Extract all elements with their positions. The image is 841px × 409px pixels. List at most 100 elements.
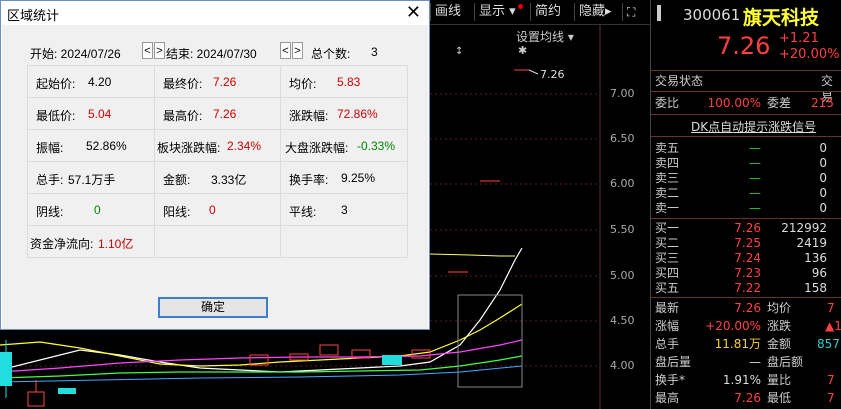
- stats-grid: 起始价: 4.20 最终价: 7.26 均价: 5.83 最低价: 5.04 最高价: 7…: [27, 65, 409, 295]
- stat-value: 1.91%: [722, 373, 761, 387]
- bid-price: 7.23: [734, 266, 761, 280]
- ask-price: —: [749, 141, 761, 155]
- stat-value: 7.26: [734, 391, 761, 405]
- stat-label: 板块涨跌幅:: [157, 141, 221, 155]
- bid-label: 买四: [655, 266, 680, 280]
- bid-label: 买二: [655, 236, 680, 250]
- stat-value: —: [749, 355, 761, 369]
- bid-volume: 212992: [781, 221, 827, 235]
- stat-value: 57.1万手: [68, 173, 116, 187]
- ask-label: 卖三: [655, 171, 680, 185]
- weibi-label: 委比: [655, 96, 680, 110]
- stat-value: 7: [827, 391, 835, 405]
- y-tick: 6.00: [610, 177, 635, 190]
- simple-mode-button[interactable]: 简约: [530, 3, 565, 21]
- stat-value: 3: [341, 203, 348, 217]
- dialog-title: 区域统计: [7, 8, 60, 23]
- stat-label: 大盘涨跌幅:: [285, 141, 349, 155]
- draw-line-button[interactable]: 画线: [430, 3, 465, 21]
- stat-label: 量比: [767, 373, 792, 387]
- stat-label: 均价:: [289, 77, 317, 91]
- stat-cell: 最低价: 5.04: [27, 97, 155, 130]
- y-tick: 4.00: [610, 359, 635, 372]
- count-label: 总个数:: [311, 47, 351, 61]
- stat-value: 5.04: [88, 107, 112, 121]
- stat-value: 7.26: [213, 75, 237, 89]
- end-next-button[interactable]: >: [292, 42, 303, 59]
- bid-label: 买五: [655, 281, 680, 295]
- dialog-body: 开始: 2024/07/26 < > 结束: 2024/07/30 < > 总个…: [2, 25, 428, 329]
- stat-label: 换手率:: [289, 173, 329, 187]
- ma-settings-dropdown[interactable]: 设置均线 ▾: [516, 28, 574, 45]
- dialog-titlebar[interactable]: 区域统计 ✕: [1, 1, 429, 25]
- y-tick: 6.50: [610, 132, 635, 145]
- fullscreen-icon[interactable]: ⛶: [622, 3, 639, 21]
- y-tick: 5.50: [610, 223, 635, 236]
- bid-price: 7.25: [734, 236, 761, 250]
- display-menu-button[interactable]: 显示 ▾: [474, 3, 520, 21]
- ask-volume: 0: [819, 156, 827, 170]
- trade-status-label: 交易状态: [655, 74, 704, 88]
- star-icon: ✱: [518, 44, 528, 57]
- ask-label: 卖二: [655, 186, 680, 200]
- end-date-label: 结束: 2024/07/30: [166, 47, 257, 61]
- stat-label: 最高: [655, 391, 680, 405]
- collapse-icon[interactable]: [657, 5, 661, 21]
- stat-cell: 大盘涨跌幅: -0.33%: [280, 129, 408, 162]
- start-prev-button[interactable]: <: [142, 42, 153, 59]
- stat-cell: 最高价: 7.26: [154, 97, 281, 130]
- start-next-button[interactable]: >: [154, 42, 165, 59]
- stat-value: 4.20: [88, 75, 112, 89]
- stat-label: 最高价:: [163, 109, 203, 123]
- stat-cell: 阳线: 0: [154, 193, 281, 226]
- stat-label: 金额: [767, 337, 792, 351]
- stat-label: 平线:: [289, 205, 317, 219]
- y-tick: 4.50: [610, 314, 635, 327]
- bid-price: 7.22: [734, 281, 761, 295]
- stat-cell: 金额: 3.33亿: [154, 161, 281, 194]
- stat-label: 盘后量: [655, 355, 692, 369]
- ask-price: —: [749, 186, 761, 200]
- bid-price: 7.24: [734, 251, 761, 265]
- quote-panel: 300061 旗天科技 7.26 +1.21 +20.00% 交易状态 交易 委…: [650, 0, 841, 409]
- stat-label: 资金净流向:: [30, 237, 94, 251]
- stat-cell: 涨跌幅: 72.86%: [280, 97, 408, 130]
- stat-label: 涨幅: [655, 319, 680, 333]
- stat-label: 起始价:: [36, 77, 76, 91]
- stat-value: 2.34%: [227, 139, 262, 153]
- notification-dot: [518, 4, 523, 9]
- ask-price: —: [749, 156, 761, 170]
- stat-cell: 振幅: 52.86%: [27, 129, 155, 162]
- signal-link[interactable]: DK点自动提示涨跌信号: [691, 118, 816, 135]
- bid-label: 买三: [655, 251, 680, 265]
- stat-value: 72.86%: [337, 107, 378, 121]
- count-value: 3: [371, 45, 378, 59]
- end-prev-button[interactable]: <: [280, 42, 291, 59]
- ask-volume: 0: [819, 186, 827, 200]
- stat-cell: 均价: 5.83: [280, 65, 408, 98]
- chart-toolbar: 画线 显示 ▾ 简约 隐藏▸ ⛶: [430, 0, 650, 25]
- stat-value: 1.10亿: [98, 237, 134, 251]
- stat-label: 振幅:: [36, 141, 64, 155]
- weicha-label: 委差: [767, 96, 792, 110]
- ask-price: —: [749, 171, 761, 185]
- price-marker: 7.26: [540, 68, 565, 81]
- close-icon[interactable]: ✕: [406, 2, 421, 22]
- stat-cell: 阴线: 0: [27, 193, 155, 226]
- bid-volume: 136: [804, 251, 827, 265]
- stat-value: 11.81万: [714, 337, 761, 351]
- bid-volume: 2419: [796, 236, 827, 250]
- stat-label: 换手*: [655, 373, 686, 387]
- stat-label: 阳线:: [163, 205, 191, 219]
- start-date-label: 开始: 2024/07/26: [30, 47, 121, 61]
- bid-volume: 96: [811, 266, 827, 280]
- y-tick: 7.00: [610, 87, 635, 100]
- stat-label: 最低价:: [36, 109, 76, 123]
- ask-label: 卖五: [655, 141, 680, 155]
- stat-cell: 板块涨跌幅: 2.34%: [154, 129, 281, 162]
- stat-value: ▲1: [825, 319, 841, 333]
- hide-button[interactable]: 隐藏▸: [574, 3, 616, 21]
- stat-value: +20.00%: [705, 319, 761, 333]
- stat-cell: 最终价: 7.26: [154, 65, 281, 98]
- ok-button[interactable]: 确定: [158, 297, 268, 318]
